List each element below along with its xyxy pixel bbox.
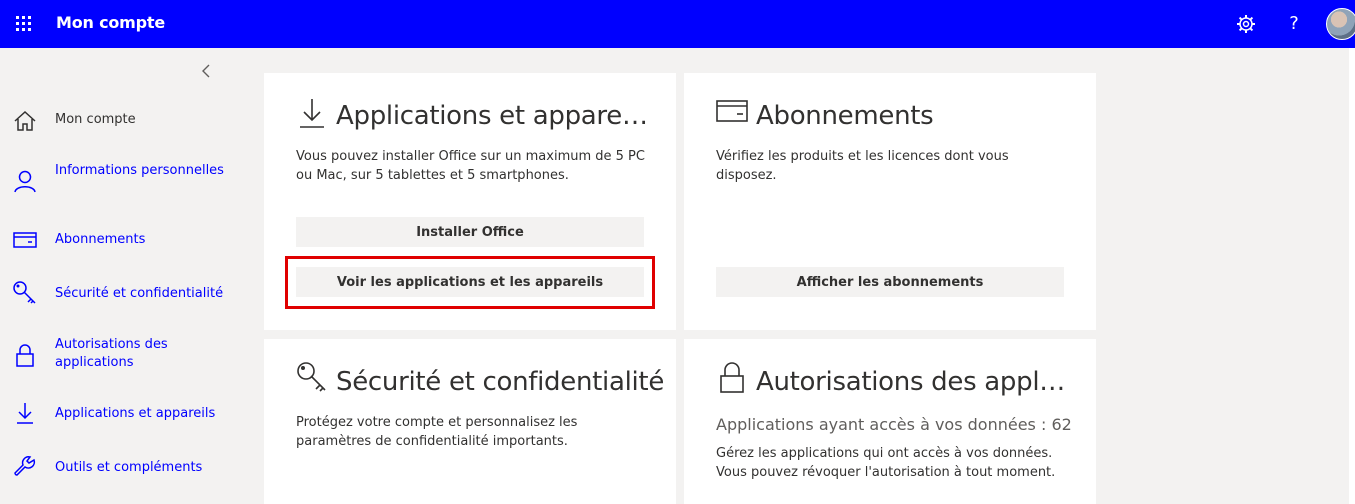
card-description: Protégez votre compte et personnalisez l…	[296, 415, 578, 449]
avatar[interactable]	[1326, 8, 1355, 40]
collapse-chevron-icon[interactable]	[197, 62, 215, 80]
app-access-count: Applications ayant accès à vos données :…	[716, 415, 1072, 434]
wrench-icon	[12, 454, 38, 480]
card-description: Gérez les applications qui ont accès à v…	[716, 446, 1056, 480]
card-title[interactable]: Sécurité et confidentialité	[336, 367, 666, 397]
lock-icon	[716, 361, 748, 393]
sidebar-nav: Mon compte Informations personnelles Abo…	[0, 48, 230, 504]
card-icon	[12, 227, 38, 253]
download-icon	[12, 400, 38, 426]
sidebar-item-applications-appareils[interactable]: Applications et appareils	[0, 392, 230, 436]
sidebar-item-label: Outils et compléments	[55, 460, 203, 475]
sidebar-item-label: Applications et appareils	[55, 406, 216, 421]
settings-gear-icon[interactable]	[1234, 12, 1258, 36]
sidebar-item-mon-compte[interactable]: Mon compte	[0, 96, 230, 146]
view-subscriptions-button[interactable]: Afficher les abonnements	[716, 267, 1064, 297]
sidebar-item-label: Autorisations des applications	[55, 337, 168, 370]
person-icon	[12, 168, 38, 194]
card-title[interactable]: Applications et appareil…	[336, 101, 648, 131]
sidebar-item-label: Informations personnelles	[55, 163, 224, 178]
install-office-button[interactable]: Installer Office	[296, 217, 644, 247]
sidebar-item-label: Mon compte	[55, 112, 136, 127]
sidebar-item-autorisations[interactable]: Autorisations des applications	[0, 330, 230, 380]
card-title[interactable]: Abonnements	[756, 101, 1068, 131]
card-autorisations-applications: Autorisations des appli… Applications ay…	[684, 339, 1096, 504]
key-icon	[12, 280, 38, 306]
app-title[interactable]: Mon compte	[56, 13, 165, 32]
sidebar-item-abonnements[interactable]: Abonnements	[0, 218, 230, 262]
sidebar-item-informations-personnelles[interactable]: Informations personnelles	[0, 156, 230, 206]
card-abonnements: Abonnements Vérifiez les produits et les…	[684, 73, 1096, 330]
view-apps-devices-button[interactable]: Voir les applications et les appareils	[296, 267, 644, 297]
lock-icon	[12, 342, 38, 368]
sidebar-item-label: Sécurité et confidentialité	[55, 286, 224, 301]
card-securite-confidentialite: Sécurité et confidentialité Protégez vot…	[264, 339, 676, 504]
top-bar: Mon compte ?	[0, 0, 1355, 48]
app-launcher-icon[interactable]	[14, 14, 34, 34]
key-icon	[296, 361, 328, 393]
scrollbar[interactable]	[1349, 48, 1355, 504]
card-applications-appareils: Applications et appareil… Vous pouvez in…	[264, 73, 676, 330]
help-icon[interactable]: ?	[1282, 12, 1306, 36]
sidebar-item-label: Abonnements	[55, 232, 146, 247]
card-description: Vous pouvez installer Office sur un maxi…	[296, 149, 645, 183]
home-icon	[12, 108, 38, 134]
sidebar-item-securite[interactable]: Sécurité et confidentialité	[0, 272, 230, 316]
sidebar-item-outils[interactable]: Outils et compléments	[0, 446, 230, 490]
card-title[interactable]: Autorisations des appli…	[756, 367, 1068, 397]
download-icon	[296, 97, 328, 129]
card-icon	[716, 97, 748, 129]
card-description: Vérifiez les produits et les licences do…	[716, 149, 1009, 183]
